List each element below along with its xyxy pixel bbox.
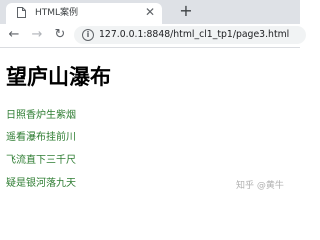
reload-icon[interactable]: ↻	[52, 27, 68, 43]
poem-line-1: 日照香炉生紫烟	[6, 110, 76, 121]
document-icon	[17, 7, 26, 18]
poem-line-2: 遥看瀑布挂前川	[6, 132, 76, 143]
back-arrow-icon[interactable]: ←	[6, 27, 22, 43]
toolbar-divider	[0, 47, 300, 48]
watermark-text: 知乎 @黄牛	[236, 181, 284, 191]
browser-toolbar: ← → ↻ i 127.0.0.1:8848/html_cl1_tp1/page…	[0, 24, 306, 46]
browser-window: HTML案例 ✕ + ← → ↻ i 127.0.0.1:8848/html_c…	[0, 0, 306, 200]
new-tab-icon[interactable]: +	[178, 3, 194, 19]
tab-html-case[interactable]: HTML案例 ✕	[6, 3, 162, 24]
url-text[interactable]: 127.0.0.1:8848/html_cl1_tp1/page3.html	[99, 29, 289, 41]
forward-arrow-icon[interactable]: →	[29, 27, 45, 43]
close-tab-icon[interactable]: ✕	[143, 5, 157, 19]
poem-line-4: 疑是银河落九天	[6, 178, 76, 189]
tab-title: HTML案例	[35, 8, 79, 18]
address-bar[interactable]: i 127.0.0.1:8848/html_cl1_tp1/page3.html	[74, 26, 306, 44]
site-info-icon[interactable]: i	[82, 29, 94, 41]
page-title: 望庐山瀑布	[6, 65, 111, 89]
tab-strip: HTML案例 ✕ +	[0, 0, 300, 24]
poem-line-3: 飞流直下三千尺	[6, 155, 76, 166]
